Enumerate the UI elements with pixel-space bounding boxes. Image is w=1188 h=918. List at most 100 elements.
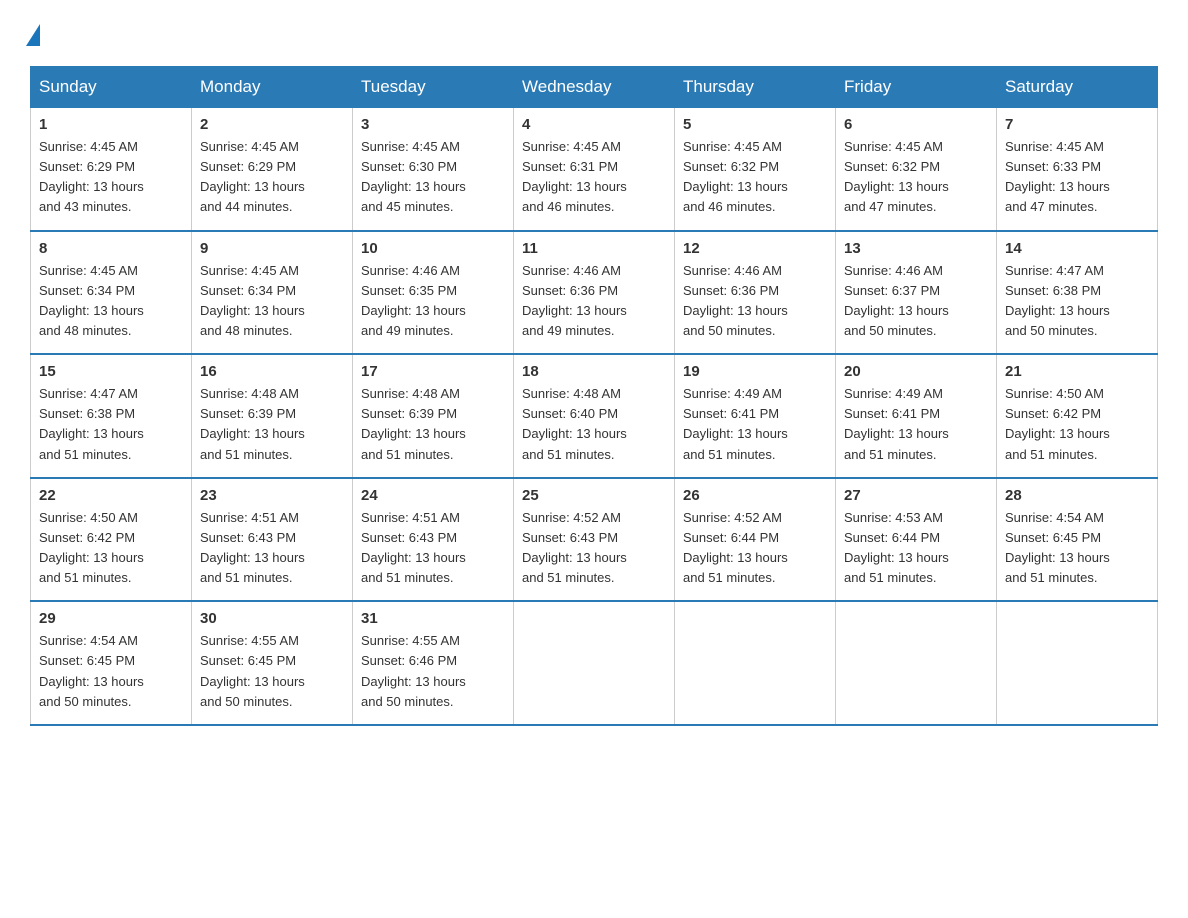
calendar-week-row: 29 Sunrise: 4:54 AMSunset: 6:45 PMDayligh…: [31, 601, 1158, 725]
day-info: Sunrise: 4:51 AMSunset: 6:43 PMDaylight:…: [200, 508, 344, 589]
calendar-cell: 3 Sunrise: 4:45 AMSunset: 6:30 PMDaylight…: [353, 108, 514, 231]
calendar-cell: 28 Sunrise: 4:54 AMSunset: 6:45 PMDayligh…: [997, 478, 1158, 602]
header-friday: Friday: [836, 67, 997, 108]
day-number: 10: [361, 240, 505, 257]
day-number: 31: [361, 610, 505, 627]
calendar-week-row: 22 Sunrise: 4:50 AMSunset: 6:42 PMDayligh…: [31, 478, 1158, 602]
day-info: Sunrise: 4:55 AMSunset: 6:45 PMDaylight:…: [200, 631, 344, 712]
day-info: Sunrise: 4:45 AMSunset: 6:30 PMDaylight:…: [361, 137, 505, 218]
calendar-cell: 14Sunrise: 4:47 AMSunset: 6:38 PMDayligh…: [997, 231, 1158, 355]
calendar-cell: 12 Sunrise: 4:46 AMSunset: 6:36 PMDayligh…: [675, 231, 836, 355]
day-info: Sunrise: 4:52 AMSunset: 6:43 PMDaylight:…: [522, 508, 666, 589]
calendar-cell: 2Sunrise: 4:45 AMSunset: 6:29 PMDaylight…: [192, 108, 353, 231]
day-info: Sunrise: 4:52 AMSunset: 6:44 PMDaylight:…: [683, 508, 827, 589]
calendar-cell: 8 Sunrise: 4:45 AMSunset: 6:34 PMDaylight…: [31, 231, 192, 355]
day-number: 28: [1005, 487, 1149, 504]
day-info: Sunrise: 4:46 AMSunset: 6:37 PMDaylight:…: [844, 261, 988, 342]
day-number: 13: [844, 240, 988, 257]
calendar-cell: 29 Sunrise: 4:54 AMSunset: 6:45 PMDayligh…: [31, 601, 192, 725]
day-info: Sunrise: 4:54 AMSunset: 6:45 PMDaylight:…: [39, 631, 183, 712]
day-number: 19: [683, 363, 827, 380]
calendar-cell: 21 Sunrise: 4:50 AMSunset: 6:42 PMDayligh…: [997, 354, 1158, 478]
day-number: 12: [683, 240, 827, 257]
calendar-cell: 4 Sunrise: 4:45 AMSunset: 6:31 PMDaylight…: [514, 108, 675, 231]
calendar-cell: 31 Sunrise: 4:55 AMSunset: 6:46 PMDayligh…: [353, 601, 514, 725]
day-number: 1: [39, 116, 183, 133]
day-info: Sunrise: 4:48 AMSunset: 6:39 PMDaylight:…: [361, 384, 505, 465]
day-info: Sunrise: 4:50 AMSunset: 6:42 PMDaylight:…: [1005, 384, 1149, 465]
header-wednesday: Wednesday: [514, 67, 675, 108]
day-number: 14: [1005, 240, 1149, 257]
calendar-cell: 13 Sunrise: 4:46 AMSunset: 6:37 PMDayligh…: [836, 231, 997, 355]
day-number: 20: [844, 363, 988, 380]
logo-triangle-icon: [26, 24, 40, 46]
day-number: 16: [200, 363, 344, 380]
logo: [30, 20, 40, 46]
day-info: Sunrise: 4:50 AMSunset: 6:42 PMDaylight:…: [39, 508, 183, 589]
calendar-cell: 30 Sunrise: 4:55 AMSunset: 6:45 PMDayligh…: [192, 601, 353, 725]
day-info: Sunrise: 4:45 AMSunset: 6:34 PMDaylight:…: [200, 261, 344, 342]
calendar-cell: 11 Sunrise: 4:46 AMSunset: 6:36 PMDayligh…: [514, 231, 675, 355]
calendar-cell: [514, 601, 675, 725]
day-info: Sunrise: 4:45 AMSunset: 6:29 PMDaylight:…: [39, 137, 183, 218]
header-tuesday: Tuesday: [353, 67, 514, 108]
day-number: 21: [1005, 363, 1149, 380]
header-sunday: Sunday: [31, 67, 192, 108]
day-number: 17: [361, 363, 505, 380]
day-number: 8: [39, 240, 183, 257]
calendar-cell: [836, 601, 997, 725]
calendar-cell: 16Sunrise: 4:48 AMSunset: 6:39 PMDayligh…: [192, 354, 353, 478]
day-info: Sunrise: 4:53 AMSunset: 6:44 PMDaylight:…: [844, 508, 988, 589]
day-info: Sunrise: 4:46 AMSunset: 6:36 PMDaylight:…: [683, 261, 827, 342]
day-info: Sunrise: 4:45 AMSunset: 6:34 PMDaylight:…: [39, 261, 183, 342]
day-number: 3: [361, 116, 505, 133]
day-number: 22: [39, 487, 183, 504]
day-info: Sunrise: 4:46 AMSunset: 6:36 PMDaylight:…: [522, 261, 666, 342]
day-number: 30: [200, 610, 344, 627]
calendar-cell: 7 Sunrise: 4:45 AMSunset: 6:33 PMDaylight…: [997, 108, 1158, 231]
day-number: 15: [39, 363, 183, 380]
day-number: 26: [683, 487, 827, 504]
calendar-week-row: 1 Sunrise: 4:45 AMSunset: 6:29 PMDaylight…: [31, 108, 1158, 231]
day-number: 23: [200, 487, 344, 504]
day-info: Sunrise: 4:45 AMSunset: 6:33 PMDaylight:…: [1005, 137, 1149, 218]
day-number: 29: [39, 610, 183, 627]
day-number: 25: [522, 487, 666, 504]
calendar-cell: 1 Sunrise: 4:45 AMSunset: 6:29 PMDaylight…: [31, 108, 192, 231]
calendar-week-row: 8 Sunrise: 4:45 AMSunset: 6:34 PMDaylight…: [31, 231, 1158, 355]
calendar-table: SundayMondayTuesdayWednesdayThursdayFrid…: [30, 66, 1158, 726]
day-info: Sunrise: 4:45 AMSunset: 6:32 PMDaylight:…: [844, 137, 988, 218]
header: [30, 20, 1158, 46]
calendar-cell: 23 Sunrise: 4:51 AMSunset: 6:43 PMDayligh…: [192, 478, 353, 602]
calendar-cell: 18Sunrise: 4:48 AMSunset: 6:40 PMDayligh…: [514, 354, 675, 478]
calendar-cell: 17 Sunrise: 4:48 AMSunset: 6:39 PMDayligh…: [353, 354, 514, 478]
day-info: Sunrise: 4:55 AMSunset: 6:46 PMDaylight:…: [361, 631, 505, 712]
calendar-cell: 20 Sunrise: 4:49 AMSunset: 6:41 PMDayligh…: [836, 354, 997, 478]
day-info: Sunrise: 4:54 AMSunset: 6:45 PMDaylight:…: [1005, 508, 1149, 589]
day-info: Sunrise: 4:46 AMSunset: 6:35 PMDaylight:…: [361, 261, 505, 342]
calendar-cell: 10 Sunrise: 4:46 AMSunset: 6:35 PMDayligh…: [353, 231, 514, 355]
calendar-cell: 15Sunrise: 4:47 AMSunset: 6:38 PMDayligh…: [31, 354, 192, 478]
calendar-week-row: 15Sunrise: 4:47 AMSunset: 6:38 PMDayligh…: [31, 354, 1158, 478]
day-number: 18: [522, 363, 666, 380]
calendar-cell: [997, 601, 1158, 725]
day-number: 5: [683, 116, 827, 133]
header-saturday: Saturday: [997, 67, 1158, 108]
calendar-cell: 9Sunrise: 4:45 AMSunset: 6:34 PMDaylight…: [192, 231, 353, 355]
day-number: 11: [522, 240, 666, 257]
day-info: Sunrise: 4:45 AMSunset: 6:31 PMDaylight:…: [522, 137, 666, 218]
calendar-cell: 5 Sunrise: 4:45 AMSunset: 6:32 PMDaylight…: [675, 108, 836, 231]
day-info: Sunrise: 4:45 AMSunset: 6:32 PMDaylight:…: [683, 137, 827, 218]
day-info: Sunrise: 4:45 AMSunset: 6:29 PMDaylight:…: [200, 137, 344, 218]
header-thursday: Thursday: [675, 67, 836, 108]
calendar-cell: 27 Sunrise: 4:53 AMSunset: 6:44 PMDayligh…: [836, 478, 997, 602]
day-number: 4: [522, 116, 666, 133]
day-info: Sunrise: 4:49 AMSunset: 6:41 PMDaylight:…: [844, 384, 988, 465]
day-number: 7: [1005, 116, 1149, 133]
day-number: 27: [844, 487, 988, 504]
calendar-cell: [675, 601, 836, 725]
calendar-cell: 19Sunrise: 4:49 AMSunset: 6:41 PMDayligh…: [675, 354, 836, 478]
day-number: 6: [844, 116, 988, 133]
calendar-cell: 25 Sunrise: 4:52 AMSunset: 6:43 PMDayligh…: [514, 478, 675, 602]
header-monday: Monday: [192, 67, 353, 108]
